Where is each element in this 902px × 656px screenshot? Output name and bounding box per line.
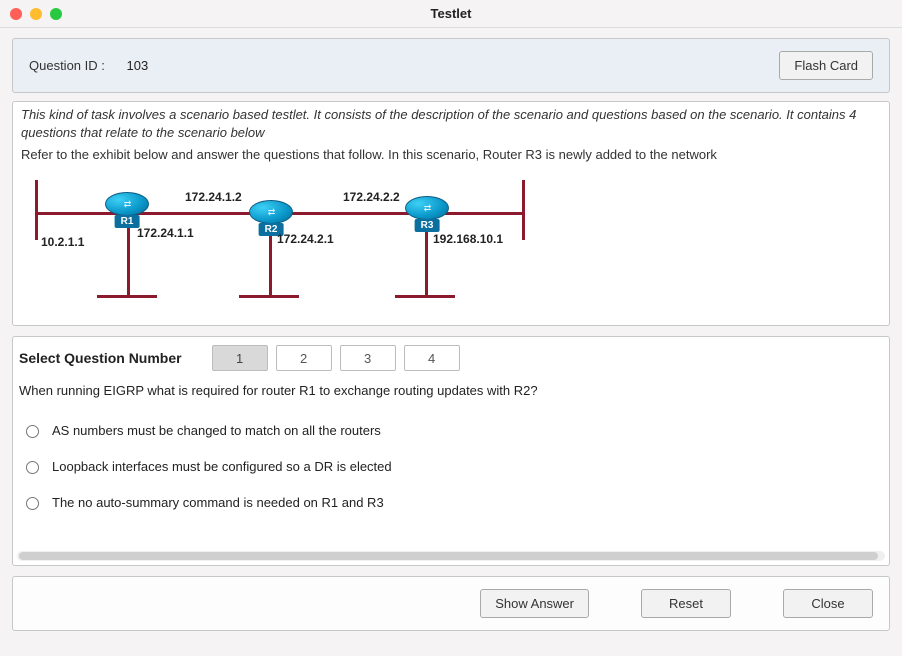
- question-selector-row: Select Question Number 1 2 3 4: [13, 337, 889, 381]
- router-r1-icon: ⇄: [105, 192, 149, 216]
- ip-label-r3-left: 172.24.2.2: [343, 190, 400, 204]
- diagram-wire: [97, 295, 157, 298]
- question-text: When running EIGRP what is required for …: [13, 381, 889, 412]
- question-tab-2[interactable]: 2: [276, 345, 332, 371]
- question-id-value: 103: [127, 58, 149, 73]
- diagram-wire: [35, 180, 38, 240]
- window-title: Testlet: [0, 6, 902, 21]
- select-question-label: Select Question Number: [19, 350, 182, 366]
- answer-option[interactable]: Loopback interfaces must be configured s…: [13, 448, 889, 484]
- horizontal-scrollbar[interactable]: [17, 551, 885, 561]
- ip-label-r3-right: 192.168.10.1: [433, 232, 503, 246]
- question-id-group: Question ID : 103: [29, 58, 148, 73]
- horizontal-scrollbar-thumb[interactable]: [19, 552, 878, 560]
- scenario-panel[interactable]: This kind of task involves a scenario ba…: [12, 101, 890, 326]
- app-body: Question ID : 103 Flash Card This kind o…: [0, 28, 902, 631]
- reset-button[interactable]: Reset: [641, 589, 731, 618]
- footer-panel: Show Answer Reset Close: [12, 576, 890, 631]
- diagram-wire: [522, 180, 525, 240]
- answer-radio-1[interactable]: [26, 425, 39, 438]
- diagram-wire: [239, 295, 299, 298]
- question-tab-1[interactable]: 1: [212, 345, 268, 371]
- question-tab-3[interactable]: 3: [340, 345, 396, 371]
- answer-radio-2[interactable]: [26, 461, 39, 474]
- router-r2-icon: ⇄: [249, 200, 293, 224]
- scenario-instruction-text: Refer to the exhibit below and answer th…: [21, 147, 879, 162]
- diagram-wire: [395, 295, 455, 298]
- answer-radio-3[interactable]: [26, 497, 39, 510]
- answer-option[interactable]: AS numbers must be changed to match on a…: [13, 412, 889, 448]
- header-panel: Question ID : 103 Flash Card: [12, 38, 890, 93]
- scenario-intro-text: This kind of task involves a scenario ba…: [21, 106, 879, 141]
- ip-label-r1-left: 10.2.1.1: [41, 235, 84, 249]
- answer-option-label: AS numbers must be changed to match on a…: [52, 423, 381, 438]
- ip-label-r2-right: 172.24.2.1: [277, 232, 334, 246]
- question-panel[interactable]: Select Question Number 1 2 3 4 When runn…: [12, 336, 890, 566]
- close-button[interactable]: Close: [783, 589, 873, 618]
- show-answer-button[interactable]: Show Answer: [480, 589, 589, 618]
- ip-label-r2-left: 172.24.1.2: [185, 190, 242, 204]
- flash-card-button[interactable]: Flash Card: [779, 51, 873, 80]
- answer-option-label: Loopback interfaces must be configured s…: [52, 459, 392, 474]
- network-diagram: ⇄ ⇄ ⇄ 10.2.1.1 172.24.1.1 172.24.1.2 172…: [27, 170, 537, 310]
- question-tab-4[interactable]: 4: [404, 345, 460, 371]
- titlebar: Testlet: [0, 0, 902, 28]
- answer-option[interactable]: The no auto-summary command is needed on…: [13, 484, 889, 520]
- answer-option-label: The no auto-summary command is needed on…: [52, 495, 384, 510]
- ip-label-r1-right: 172.24.1.1: [137, 226, 194, 240]
- router-r3-icon: ⇄: [405, 196, 449, 220]
- question-id-label: Question ID :: [29, 58, 105, 73]
